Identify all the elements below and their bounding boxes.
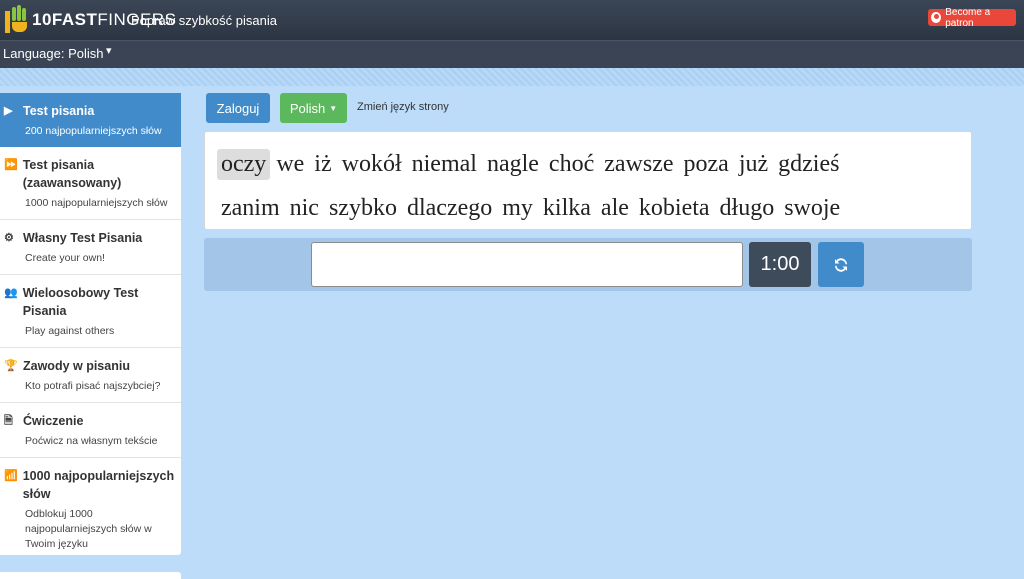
play-icon: ▶ bbox=[4, 105, 13, 117]
word: kobieta bbox=[638, 194, 710, 221]
sidebar-item-title: Wieloosobowy Test Pisania bbox=[22, 286, 139, 318]
word: niemal bbox=[411, 150, 477, 177]
sidebar: ▶ Test pisania 200 najpopularniejszych sł… bbox=[0, 93, 181, 555]
word: szybko bbox=[328, 194, 397, 221]
word: zawsze bbox=[604, 150, 674, 177]
document-icon: 🗎 bbox=[4, 415, 13, 427]
sidebar-item-competitions[interactable]: 🏆 Zawody w pisaniu Kto potrafi pisać najs… bbox=[0, 348, 181, 403]
sidebar-item-title: Własny Test Pisania bbox=[23, 231, 143, 245]
word: gdzieś bbox=[778, 150, 840, 177]
word: już bbox=[738, 150, 769, 177]
word: ale bbox=[600, 194, 629, 221]
word: choć bbox=[548, 150, 595, 177]
word: my bbox=[502, 194, 533, 221]
sidebar-item-practice[interactable]: 🗎 Ćwiczenie Poćwicz na własnym tekście bbox=[0, 403, 181, 458]
sidebar-item-title: Zawody w pisaniu bbox=[23, 359, 130, 373]
sidebar-item-multiplayer[interactable]: 👥 Wieloosobowy Test Pisania Play against … bbox=[0, 275, 181, 348]
word: we bbox=[276, 150, 305, 177]
sidebar-item-typing-test[interactable]: ▶ Test pisania 200 najpopularniejszych sł… bbox=[0, 93, 181, 147]
language-selector[interactable]: Language: Polish bbox=[3, 46, 103, 61]
site-tagline: Popraw szybkość pisania bbox=[131, 13, 277, 28]
word-line-1: oczy we iż wokół niemal nagle choć zawsze poza ju… bbox=[217, 142, 971, 186]
sidebar-item-subtitle: 1000 najpopularniejszych słów bbox=[25, 197, 168, 209]
login-label: Zaloguj bbox=[216, 100, 260, 116]
change-site-language-link[interactable]: Zmień język strony bbox=[357, 101, 449, 113]
word: dlaczego bbox=[406, 194, 493, 221]
decorative-stripe bbox=[0, 68, 1024, 86]
word-display: oczy we iż wokół niemal nagle choć zawsze poza ju… bbox=[204, 131, 972, 230]
login-button[interactable]: Zaloguj bbox=[206, 93, 270, 123]
users-icon: 👥 bbox=[4, 287, 18, 299]
sidebar-bottom-card bbox=[0, 572, 181, 579]
language-bar: Language: Polish ▾ bbox=[0, 40, 1024, 68]
sidebar-item-title: Test pisania (zaawansowany) bbox=[22, 158, 122, 190]
countdown-timer: 1:00 bbox=[749, 242, 811, 287]
sidebar-item-custom-test[interactable]: ⚙ Własny Test Pisania Create your own! bbox=[0, 220, 181, 275]
sidebar-item-subtitle: Play against others bbox=[25, 325, 115, 337]
sidebar-item-title: Test pisania bbox=[23, 104, 95, 118]
sidebar-item-subtitle: Kto potrafi pisać najszybciej? bbox=[25, 380, 161, 392]
restart-button[interactable] bbox=[818, 242, 864, 287]
word: nagle bbox=[486, 150, 539, 177]
sidebar-item-top-1000[interactable]: 📶 1000 najpopularniejszych słów Odblokuj … bbox=[0, 458, 181, 560]
word: wokół bbox=[341, 150, 402, 177]
logo-hand-icon bbox=[4, 5, 30, 35]
word: nic bbox=[289, 194, 319, 221]
sidebar-item-subtitle: 200 najpopularniejszych słów bbox=[25, 125, 162, 137]
word: długo bbox=[719, 194, 775, 221]
sidebar-item-title: Ćwiczenie bbox=[23, 414, 84, 428]
patreon-icon bbox=[931, 12, 942, 23]
refresh-icon bbox=[835, 257, 847, 272]
typing-input[interactable] bbox=[311, 242, 743, 287]
caret-down-icon: ▼ bbox=[329, 103, 338, 113]
become-patron-button[interactable]: Become a patron bbox=[928, 6, 1016, 29]
language-dropdown-label: Polish bbox=[289, 100, 326, 116]
trophy-icon: 🏆 bbox=[4, 360, 18, 372]
sidebar-item-advanced-test[interactable]: ⏩ Test pisania (zaawansowany) 1000 najpop… bbox=[0, 147, 181, 220]
sidebar-item-subtitle: Odblokuj 1000 najpopularniejszych słów w… bbox=[25, 508, 152, 550]
sidebar-item-title: 1000 najpopularniejszych słów bbox=[22, 469, 175, 501]
logo-text-bold: 10FAST bbox=[32, 10, 98, 29]
language-dropdown-button[interactable]: Polish ▼ bbox=[280, 93, 347, 123]
sidebar-item-subtitle: Create your own! bbox=[25, 252, 105, 264]
word: swoje bbox=[784, 194, 841, 221]
chevron-down-icon[interactable]: ▾ bbox=[106, 44, 112, 57]
patron-label: Become a patron bbox=[945, 6, 991, 29]
word: poza bbox=[683, 150, 729, 177]
word: iż bbox=[314, 150, 332, 177]
current-word: oczy bbox=[217, 148, 271, 180]
word-line-2: zanim nic szybko dlaczego my kilka ale kobieta d… bbox=[217, 186, 971, 230]
signal-icon: 📶 bbox=[4, 470, 18, 482]
word: zanim bbox=[221, 194, 280, 221]
fast-forward-icon: ⏩ bbox=[4, 159, 18, 171]
sidebar-item-subtitle: Poćwicz na własnym tekście bbox=[25, 435, 158, 447]
gears-icon: ⚙ bbox=[4, 232, 14, 244]
word: kilka bbox=[542, 194, 591, 221]
top-navbar: 10FASTFINGERS Popraw szybkość pisania Be… bbox=[0, 0, 1024, 40]
